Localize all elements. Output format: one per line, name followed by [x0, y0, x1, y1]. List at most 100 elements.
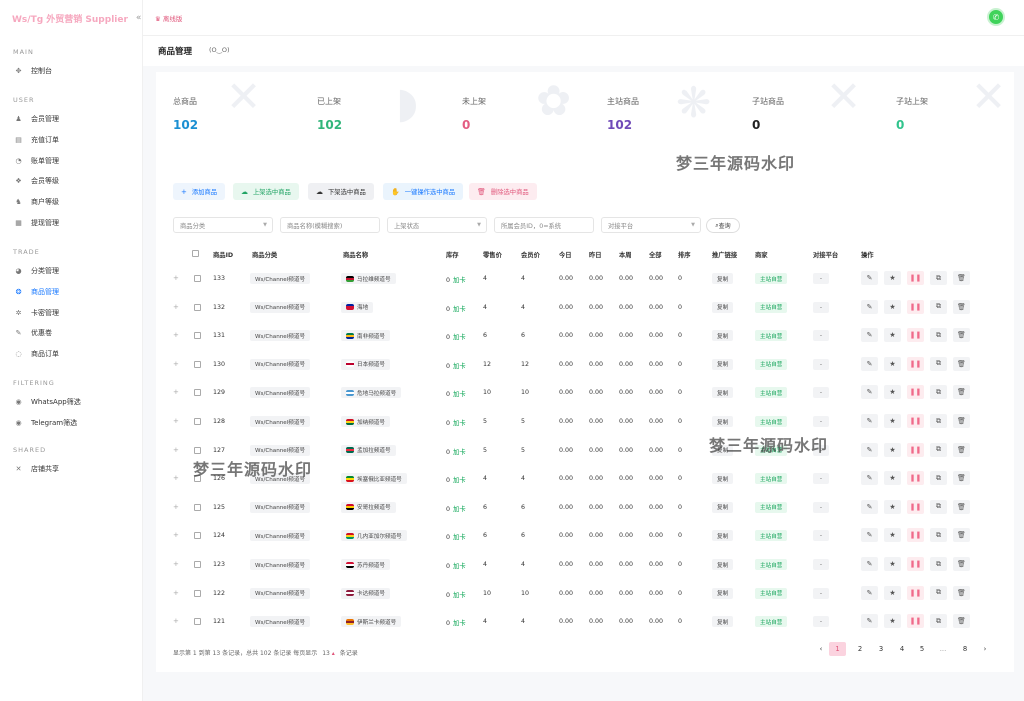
- collapse-icon[interactable]: «: [136, 13, 142, 23]
- row-checkbox[interactable]: [194, 332, 201, 340]
- star-icon[interactable]: ★: [884, 471, 901, 486]
- sidebar-item[interactable]: ♞ 商户等级: [14, 195, 59, 209]
- sidebar-item[interactable]: ▦ 提现管理: [14, 216, 59, 230]
- pause-icon[interactable]: ❚❚: [907, 356, 924, 371]
- delete-icon[interactable]: 🗑: [953, 499, 970, 514]
- delete-icon[interactable]: 🗑: [953, 414, 970, 428]
- copy-icon[interactable]: ⧉: [930, 385, 947, 400]
- row-checkbox[interactable]: [194, 389, 201, 397]
- expand-icon[interactable]: +: [173, 331, 179, 339]
- star-icon[interactable]: ★: [884, 557, 901, 571]
- sidebar-item[interactable]: ♟ 会员管理: [14, 112, 59, 126]
- sidebar-item[interactable]: ◉ Telegram筛选: [14, 416, 77, 430]
- copy-icon[interactable]: ⧉: [930, 499, 947, 514]
- platform-select[interactable]: 对接平台 ▼: [601, 217, 701, 233]
- add-card-link[interactable]: 加卡: [453, 334, 466, 341]
- page-size-select[interactable]: 13 ▴: [322, 650, 335, 657]
- star-icon[interactable]: ★: [884, 299, 901, 314]
- copy-link-button[interactable]: 复制: [712, 387, 734, 399]
- expand-icon[interactable]: +: [173, 531, 179, 539]
- delete-icon[interactable]: 🗑: [953, 328, 970, 343]
- row-checkbox[interactable]: [194, 618, 201, 626]
- add-card-link[interactable]: 加卡: [453, 506, 466, 513]
- add-card-link[interactable]: 加卡: [453, 306, 466, 313]
- copy-link-button[interactable]: 复制: [712, 501, 734, 513]
- row-checkbox[interactable]: [194, 275, 201, 282]
- copy-link-button[interactable]: 复制: [712, 473, 734, 485]
- delete-icon[interactable]: 🗑: [953, 528, 970, 543]
- category-select[interactable]: 商品分类 ▼: [173, 217, 273, 233]
- pause-icon[interactable]: ❚❚: [907, 271, 924, 285]
- expand-icon[interactable]: +: [173, 589, 179, 597]
- row-checkbox[interactable]: [194, 418, 201, 425]
- pause-icon[interactable]: ❚❚: [907, 299, 924, 314]
- copy-icon[interactable]: ⧉: [930, 328, 947, 343]
- page-button[interactable]: 8: [958, 642, 972, 656]
- star-icon[interactable]: ★: [884, 356, 901, 371]
- add-card-link[interactable]: 加卡: [453, 563, 466, 570]
- delete-icon[interactable]: 🗑: [953, 614, 970, 629]
- add-card-link[interactable]: 加卡: [453, 277, 466, 284]
- delete-icon[interactable]: 🗑: [953, 385, 970, 400]
- pause-icon[interactable]: ❚❚: [907, 557, 924, 571]
- copy-link-button[interactable]: 复制: [712, 330, 734, 342]
- sidebar-item[interactable]: ✕ 店铺共享: [14, 462, 59, 476]
- add-product-button[interactable]: + 添加商品: [173, 183, 226, 200]
- add-card-link[interactable]: 加卡: [453, 420, 466, 427]
- copy-link-button[interactable]: 复制: [712, 301, 734, 313]
- sidebar-item[interactable]: ❂ 商品管理: [14, 285, 59, 299]
- add-card-link[interactable]: 加卡: [453, 592, 466, 599]
- unlist-selected-button[interactable]: ☁ 下架选中商品: [308, 183, 374, 200]
- add-card-link[interactable]: 加卡: [453, 449, 466, 456]
- delete-icon[interactable]: 🗑: [953, 356, 970, 371]
- copy-link-button[interactable]: 复制: [712, 416, 734, 427]
- page-button[interactable]: 2: [853, 642, 867, 656]
- product-name-input[interactable]: 商品名称(模糊搜索): [280, 217, 380, 233]
- offline-badge[interactable]: ♛ 离线版: [155, 13, 182, 23]
- star-icon[interactable]: ★: [884, 585, 901, 600]
- sidebar-item[interactable]: ✎ 优惠卷: [14, 326, 52, 340]
- status-select[interactable]: 上架状态 ▼: [387, 217, 487, 233]
- copy-icon[interactable]: ⧉: [930, 414, 947, 428]
- edit-icon[interactable]: ✎: [861, 614, 878, 629]
- star-icon[interactable]: ★: [884, 271, 901, 285]
- edit-icon[interactable]: ✎: [861, 356, 878, 371]
- copy-icon[interactable]: ⧉: [930, 614, 947, 629]
- prev-page-icon[interactable]: ‹: [814, 642, 828, 656]
- query-button[interactable]: ⌕ 查询: [706, 218, 740, 233]
- page-button[interactable]: 4: [895, 642, 909, 656]
- edit-icon[interactable]: ✎: [861, 385, 878, 400]
- sidebar-item[interactable]: ✲ 卡密管理: [14, 306, 59, 320]
- star-icon[interactable]: ★: [884, 442, 901, 457]
- row-checkbox[interactable]: [194, 561, 201, 568]
- expand-icon[interactable]: +: [173, 417, 179, 425]
- delete-icon[interactable]: 🗑: [953, 471, 970, 486]
- delete-selected-button[interactable]: 🗑 删除选中商品: [469, 183, 537, 200]
- copy-link-button[interactable]: 复制: [712, 587, 734, 599]
- star-icon[interactable]: ★: [884, 499, 901, 514]
- expand-icon[interactable]: +: [173, 474, 179, 482]
- copy-icon[interactable]: ⧉: [930, 528, 947, 543]
- expand-icon[interactable]: +: [173, 617, 179, 625]
- expand-icon[interactable]: +: [173, 274, 179, 282]
- copy-icon[interactable]: ⧉: [930, 442, 947, 457]
- copy-icon[interactable]: ⧉: [930, 471, 947, 486]
- delete-icon[interactable]: 🗑: [953, 271, 970, 285]
- edit-icon[interactable]: ✎: [861, 471, 878, 486]
- edit-icon[interactable]: ✎: [861, 328, 878, 343]
- copy-link-button[interactable]: 复制: [712, 559, 734, 570]
- sidebar-item[interactable]: ◉ WhatsApp筛选: [14, 395, 80, 409]
- row-checkbox[interactable]: [194, 360, 201, 368]
- star-icon[interactable]: ★: [884, 528, 901, 543]
- star-icon[interactable]: ★: [884, 614, 901, 629]
- copy-link-button[interactable]: 复制: [712, 358, 734, 370]
- copy-icon[interactable]: ⧉: [930, 299, 947, 314]
- copy-icon[interactable]: ⧉: [930, 356, 947, 371]
- add-card-link[interactable]: 加卡: [453, 363, 466, 370]
- edit-icon[interactable]: ✎: [861, 557, 878, 571]
- star-icon[interactable]: ★: [884, 385, 901, 400]
- page-button[interactable]: 1: [829, 642, 846, 656]
- add-card-link[interactable]: 加卡: [453, 534, 466, 541]
- pause-icon[interactable]: ❚❚: [907, 585, 924, 600]
- star-icon[interactable]: ★: [884, 414, 901, 428]
